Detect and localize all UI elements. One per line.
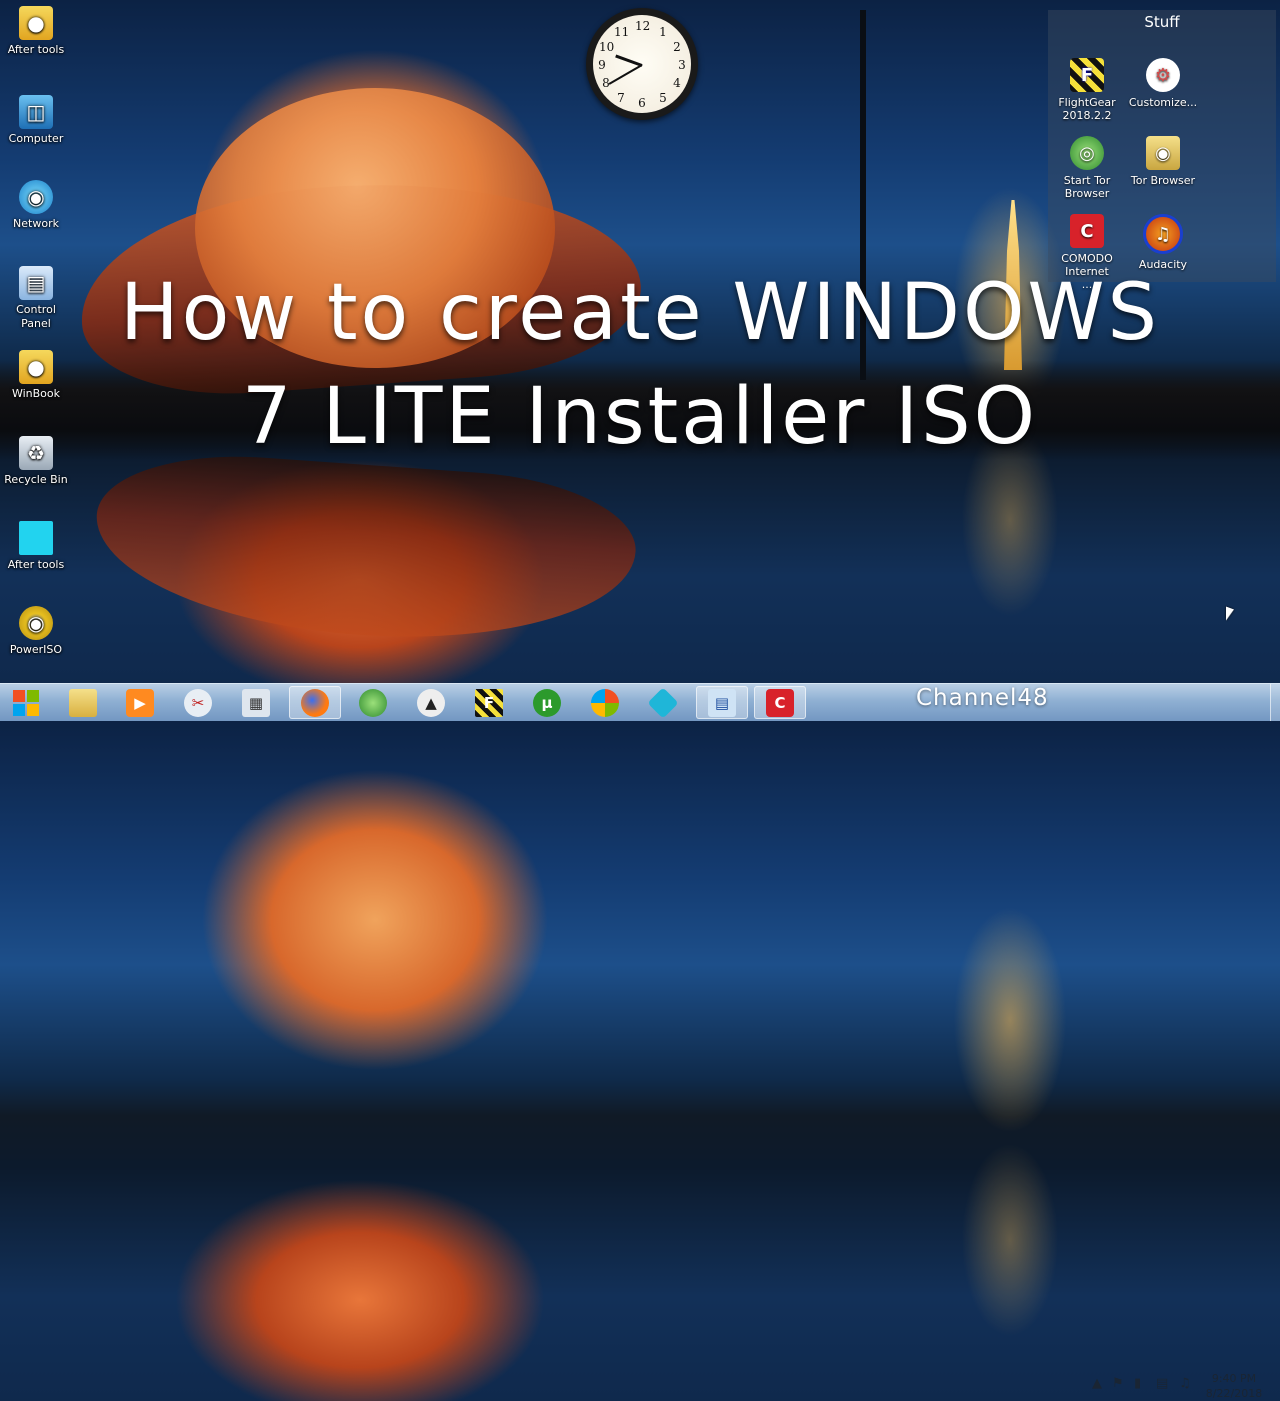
start-button[interactable]	[0, 686, 52, 719]
flightgear-icon: F	[475, 688, 503, 717]
volume-icon[interactable]: ♫	[1179, 1376, 1191, 1391]
gadget-item-label: Tor Browser	[1130, 174, 1196, 187]
gadget-title: Stuff	[1144, 13, 1180, 31]
clock-minute-hand	[608, 64, 643, 85]
clock-number: 6	[638, 96, 646, 110]
taskbar-calculator[interactable]: ▦	[230, 686, 282, 719]
kodi-fox-icon: ▲	[417, 688, 445, 717]
network-tray-icon[interactable]: ▤	[1156, 1376, 1168, 1391]
gadget-item-label: Customize...	[1128, 96, 1198, 109]
headline-line-2: 7 LITE Installer ISO	[241, 372, 1039, 462]
taskbar-time: 9:40 PM	[1211, 1372, 1257, 1385]
tor-globe-icon: ◎	[1070, 136, 1104, 170]
taskbar-windows-live[interactable]	[579, 686, 631, 719]
desktop-icon-label: After tools	[7, 43, 65, 56]
taskbar-snipping-tool[interactable]: ✂	[172, 686, 224, 719]
gadget-item-start-tor[interactable]: ◎ Start Tor Browser	[1048, 136, 1126, 200]
network-icon: ◉	[19, 180, 53, 214]
desktop-icon-poweriso[interactable]: ◉ PowerISO	[0, 606, 72, 656]
clock-number: 5	[659, 91, 667, 105]
taskbar-firefox[interactable]	[289, 686, 341, 719]
clock-number: 11	[614, 25, 630, 39]
flag-icon[interactable]: ⚑	[1112, 1376, 1124, 1391]
clock-number: 9	[598, 58, 606, 72]
media-player-icon: ▶	[126, 688, 154, 717]
clock-number: 12	[635, 19, 651, 33]
clock-face: 12 1 2 3 4 5 6 7 8 9 10 11	[593, 15, 691, 113]
taskbar-explorer[interactable]	[57, 686, 109, 719]
cyan-page-icon	[19, 521, 53, 555]
gadget-item-tor-browser[interactable]: ◉ Tor Browser	[1124, 136, 1202, 187]
show-hidden-icons[interactable]: ▲	[1092, 1376, 1102, 1391]
kodi-icon	[647, 686, 679, 719]
device-icon[interactable]: ▮	[1134, 1376, 1141, 1391]
tor-globe-icon	[359, 688, 387, 717]
desktop-icon-label: After tools	[7, 558, 65, 571]
taskbar-kodi[interactable]	[637, 686, 689, 719]
wallpaper-reflection	[89, 446, 641, 654]
desktop-icon-label: Recycle Bin	[4, 473, 68, 486]
tor-folder-icon: ◉	[1146, 136, 1180, 170]
explorer-icon	[69, 688, 97, 717]
taskbar-media-player[interactable]: ▶	[114, 686, 166, 719]
computer-icon: ◫	[19, 95, 53, 129]
remote-desktop-icon: ▤	[708, 688, 736, 717]
windows-live-icon	[591, 688, 619, 717]
taskbar-remote-desktop[interactable]: ▤	[696, 686, 748, 719]
desktop-icon-computer[interactable]: ◫ Computer	[0, 95, 72, 145]
calculator-icon: ▦	[242, 688, 270, 717]
taskbar-utorrent[interactable]: μ	[521, 686, 573, 719]
clock-number: 1	[659, 25, 667, 39]
desktop-icon-label: Computer	[8, 132, 64, 145]
gadget-item-audacity[interactable]: ♫ Audacity	[1124, 214, 1202, 271]
taskbar: ▶ ✂ ▦ ▲ F μ ▤ C ▲ ⚑ ▮ ▤ ♫ 9:40 PM 8/22/2…	[0, 683, 1280, 1400]
utorrent-icon: μ	[533, 688, 561, 717]
desktop-icon-after-tools-2[interactable]: After tools	[0, 521, 72, 571]
headline-line-1: How to create WINDOWS	[119, 268, 1161, 358]
poweriso-icon: ◉	[19, 606, 53, 640]
clock-number: 2	[673, 40, 681, 54]
comodo-icon: C	[1070, 214, 1104, 248]
taskbar-clock[interactable]: 9:40 PM 8/22/2018	[1204, 1371, 1264, 1401]
mouse-cursor-icon	[1226, 606, 1234, 624]
taskbar-flightgear[interactable]: F	[463, 686, 515, 719]
show-desktop-button[interactable]	[1270, 684, 1280, 721]
ccleaner-icon: C	[766, 688, 794, 717]
channel-watermark: Channel48	[916, 685, 1049, 711]
desktop-icon-label: PowerISO	[9, 643, 63, 656]
desktop-icon-network[interactable]: ◉ Network	[0, 180, 72, 230]
taskbar-ccleaner[interactable]: C	[754, 686, 806, 719]
gadget-item-label: FlightGear 2018.2.2	[1058, 96, 1116, 122]
taskbar-tor[interactable]	[347, 686, 399, 719]
flightgear-icon: F	[1070, 58, 1104, 92]
desktop-icon-after-tools[interactable]: ● After tools	[0, 6, 72, 56]
folder-user-icon: ●	[19, 6, 53, 40]
clock-number: 10	[599, 40, 615, 54]
gadget-item-label: Start Tor Browser	[1063, 174, 1111, 200]
clock-gadget[interactable]: 12 1 2 3 4 5 6 7 8 9 10 11	[586, 8, 698, 120]
windows-start-icon	[13, 689, 39, 716]
clock-number: 4	[673, 76, 681, 90]
stuff-gadget: Stuff F FlightGear 2018.2.2 ⚙ Customize.…	[1048, 10, 1276, 291]
gadget-item-flightgear[interactable]: F FlightGear 2018.2.2	[1048, 58, 1126, 122]
desktop-icon-label: Network	[13, 217, 59, 230]
snipping-tool-icon: ✂	[184, 688, 212, 717]
firefox-icon	[301, 688, 329, 717]
taskbar-kodi-fox[interactable]: ▲	[405, 686, 457, 719]
gadget-item-customize[interactable]: ⚙ Customize...	[1124, 58, 1202, 109]
clock-number: 3	[678, 58, 686, 72]
customize-icon: ⚙	[1146, 58, 1180, 92]
audacity-icon: ♫	[1143, 214, 1183, 254]
clock-number: 7	[617, 91, 625, 105]
taskbar-date: 8/22/2018	[1205, 1387, 1263, 1400]
